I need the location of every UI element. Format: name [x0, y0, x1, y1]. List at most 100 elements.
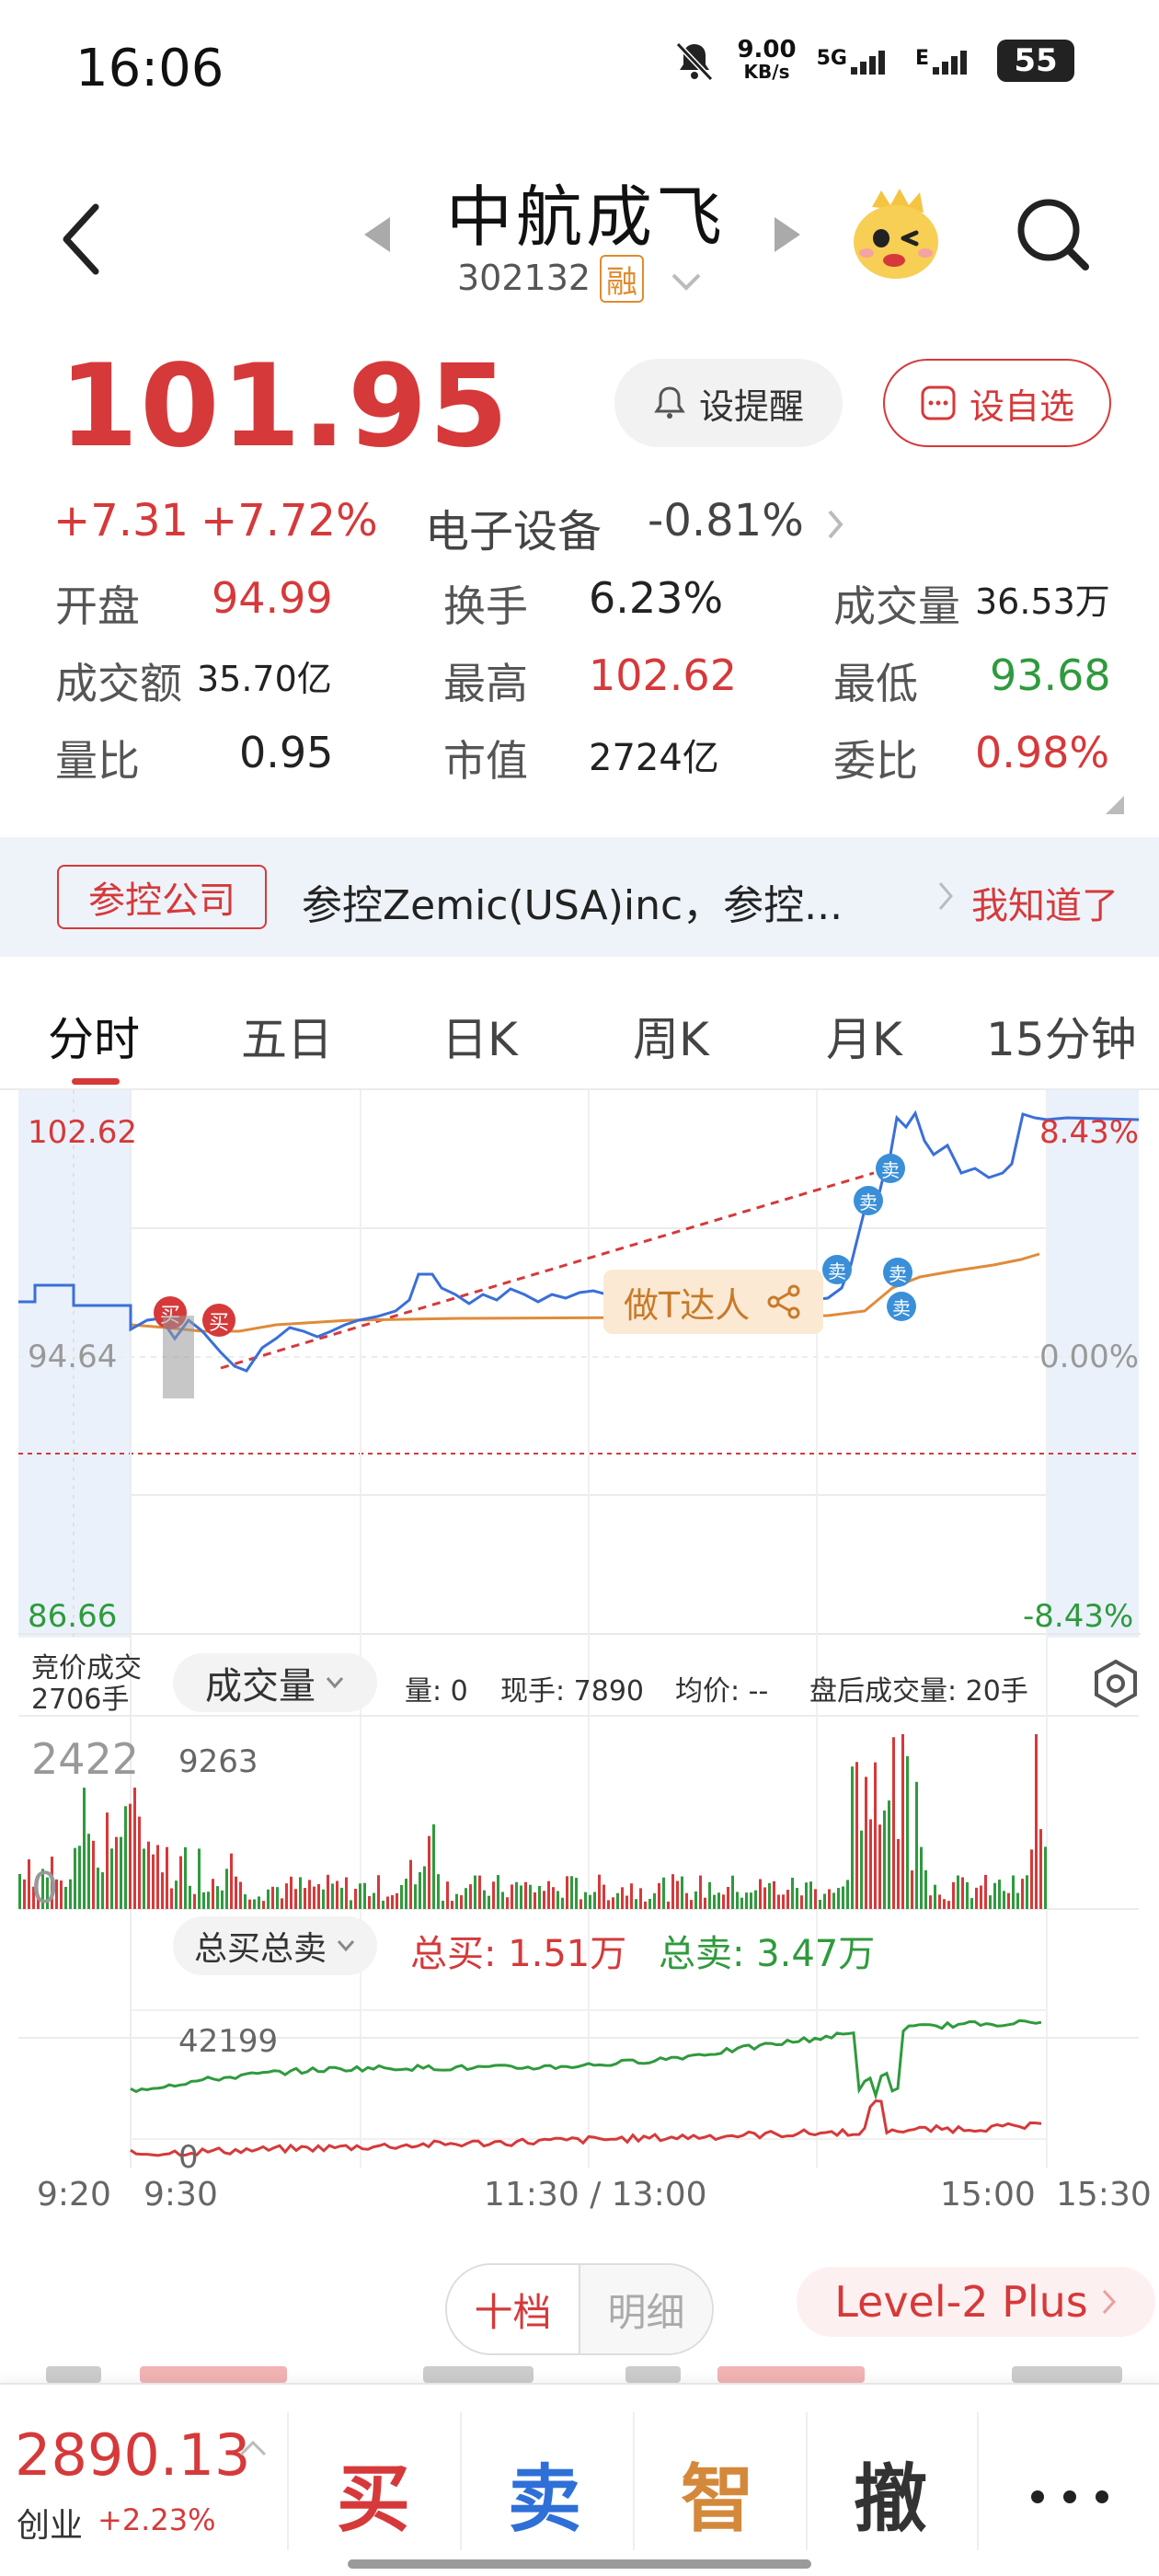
buy-button[interactable]: 买 [337, 2440, 410, 2547]
level2-button[interactable]: Level-2 Plus [797, 2267, 1155, 2337]
time-label: 9:30 [143, 2176, 218, 2214]
back-icon[interactable] [53, 198, 109, 281]
volume-bar [897, 1838, 900, 1909]
volume-bar [754, 1890, 757, 1909]
volume-bar [451, 1901, 453, 1909]
expand-corner-icon[interactable] [1106, 796, 1124, 814]
time-label: 11:30 / 13:00 [484, 2176, 707, 2214]
volume-bar [952, 1881, 955, 1909]
settings-hex-icon[interactable] [1091, 1659, 1141, 1708]
volume-bar [460, 1895, 463, 1909]
volume-bar [740, 1897, 743, 1909]
stat-value: 93.68 [990, 650, 1111, 700]
sell-marker[interactable]: 卖 [822, 1255, 852, 1284]
volume-bar [685, 1892, 688, 1909]
sell-marker[interactable]: 卖 [887, 1292, 916, 1321]
volume-selector[interactable]: 成交量 [173, 1653, 377, 1712]
set-alert-button[interactable]: 设提醒 [614, 359, 843, 447]
volume-now: 量: 0 [405, 1675, 468, 1708]
volume-bar [294, 1889, 297, 1909]
volume-bar [869, 1819, 872, 1909]
battery-icon: 55 [997, 40, 1074, 82]
volume-bar [442, 1901, 444, 1909]
chevron-down-icon[interactable] [668, 270, 705, 293]
volume-bar [133, 1788, 136, 1909]
total-selector[interactable]: 总买总卖 [173, 1916, 377, 1975]
pct-axis-bottom: -8.43% [1023, 1598, 1134, 1635]
index-name: 创业 [17, 2507, 84, 2545]
prev-stock-icon[interactable] [359, 212, 396, 258]
stat-label: 成交量 [833, 581, 960, 631]
volume-bar [313, 1886, 316, 1909]
stats-row: 开盘 94.99 换手 6.23% 成交量 36.53万 [55, 566, 1113, 643]
tab-15min[interactable]: 15分钟 [986, 1003, 1137, 1069]
tab-intraday[interactable]: 分时 [48, 1003, 140, 1069]
price-change-pct: +7.72% [201, 495, 378, 546]
volume-bar [92, 1840, 95, 1909]
volume-bar [258, 1896, 260, 1909]
banner-text[interactable]: 参控Zemic(USA)inc，参控... [302, 872, 843, 931]
volume-bar [1039, 1829, 1042, 1909]
orderbook-toggle[interactable]: 十档 明细 [445, 2263, 714, 2355]
volume-bar [874, 1762, 877, 1909]
volume-bar [924, 1869, 927, 1909]
orderbook-row-partial [37, 2366, 1122, 2383]
volume-bar [796, 1888, 798, 1909]
volume-bar [483, 1890, 486, 1909]
volume-bar [598, 1874, 601, 1909]
volume-bar [800, 1895, 803, 1909]
network-speed: 9.00 KB/s [737, 36, 797, 83]
intraday-chart-area[interactable]: 买 买 卖 卖 卖 卖 卖 102.62 94.64 86.66 8.43% 0… [0, 1090, 1159, 2245]
buy-marker[interactable]: 买 [202, 1304, 235, 1337]
tab-monthly-k[interactable]: 月K [826, 1003, 902, 1069]
dismiss-button[interactable]: 我知道了 [971, 876, 1119, 929]
volume-bar [943, 1899, 946, 1909]
volume-bar [23, 1879, 26, 1909]
index-value[interactable]: 2890.13 [15, 2421, 250, 2489]
sector-change[interactable]: -0.81% [648, 495, 804, 546]
volume-bar [253, 1899, 256, 1909]
volume-bar [878, 1824, 881, 1909]
stats-row: 成交额 35.70亿 最高 102.62 最低 93.68 [55, 643, 1113, 720]
next-stock-icon[interactable] [769, 212, 806, 258]
margin-badge: 融 [600, 255, 644, 303]
volume-bar [69, 1879, 72, 1909]
volume-bar [722, 1894, 725, 1909]
search-icon[interactable] [1012, 193, 1095, 276]
volume-bar [97, 1868, 99, 1909]
sell-marker[interactable]: 卖 [876, 1154, 905, 1183]
share-icon [767, 1284, 800, 1319]
dots-box-icon [921, 385, 956, 420]
chevron-up-icon[interactable] [237, 2438, 269, 2458]
sell-marker[interactable]: 卖 [883, 1258, 912, 1287]
smart-button[interactable]: 智 [681, 2440, 754, 2547]
mascot-icon[interactable] [844, 187, 946, 288]
tab-five-day[interactable]: 五日 [241, 1003, 333, 1069]
volume-bar [377, 1875, 380, 1909]
sell-marker[interactable]: 卖 [854, 1186, 883, 1215]
tab-daily-k[interactable]: 日K [442, 1003, 518, 1069]
volume-bar [235, 1876, 237, 1909]
chevron-right-icon[interactable] [936, 880, 955, 913]
volume-bar [855, 1762, 858, 1909]
more-icon[interactable] [1028, 2488, 1111, 2506]
volume-bar [382, 1900, 384, 1909]
volume-bar [589, 1894, 591, 1909]
tab-ten-level[interactable]: 十档 [447, 2265, 580, 2353]
volume-bar [750, 1892, 752, 1909]
add-watchlist-button[interactable]: 设自选 [883, 359, 1111, 447]
volume-bar [648, 1899, 651, 1909]
day-trade-promo[interactable]: 做T达人 [603, 1270, 824, 1334]
tab-weekly-k[interactable]: 周K [633, 1003, 709, 1069]
volume-bar [906, 1755, 909, 1909]
stat-label: 最低 [833, 659, 918, 708]
price-axis-mid: 94.64 [28, 1339, 118, 1375]
sector-name[interactable]: 电子设备 [425, 495, 602, 559]
tab-detail[interactable]: 明细 [580, 2265, 712, 2353]
avg-price: 均价: -- [675, 1675, 769, 1708]
signal-e-icon: E [915, 47, 977, 75]
chevron-right-icon[interactable] [824, 506, 846, 543]
cancel-order-button[interactable]: 撤 [854, 2440, 927, 2547]
volume-bar [419, 1871, 421, 1909]
sell-button[interactable]: 卖 [508, 2440, 581, 2547]
